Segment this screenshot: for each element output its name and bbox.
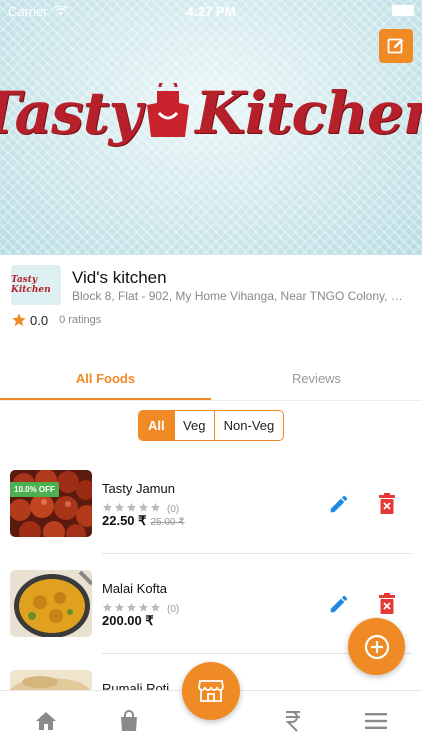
nav-store-button[interactable] [182,662,240,720]
kitchen-banner: Carrier 4:27 PM Tasty Kitchen [0,0,422,255]
filter-veg[interactable]: Veg [173,411,214,440]
delete-icon [379,493,395,514]
kitchen-name: Vid's kitchen [72,268,167,287]
shopping-bag-icon [121,710,137,731]
pencil-icon [330,495,348,513]
tab-divider [0,400,422,401]
status-time: 4:27 PM [186,3,236,19]
tab-all-foods[interactable]: All Foods [0,355,211,401]
kitchen-thumbnail: Tasty Kitchen [11,265,61,305]
pencil-icon [330,595,348,613]
delete-food-button[interactable] [377,593,397,620]
food-name: Malai Kofta [102,581,168,596]
menu-icon [365,713,387,729]
filter-all[interactable]: All [139,411,174,440]
nav-earnings[interactable] [281,709,305,733]
star-icon [12,313,26,326]
home-icon [36,712,56,730]
food-item[interactable]: 10.0% OFF Tasty Jamun (0) 22.50 ₹25.00 ₹ [0,470,422,570]
apron-icon [145,77,191,144]
delete-food-button[interactable] [377,493,397,520]
row-divider [102,553,412,554]
food-price: 22.50 ₹ [102,513,147,528]
kitchen-thumbnail-text: Tasty Kitchen [11,275,51,295]
rating-count: 0 ratings [59,314,102,326]
tab-reviews[interactable]: Reviews [211,355,422,401]
food-price-row: 22.50 ₹25.00 ₹ [102,513,185,529]
food-rating-count: (0) [167,603,180,615]
kitchen-rating: 0.0 0 ratings [11,312,101,328]
food-image: 10.0% OFF [10,470,92,537]
status-bar: Carrier 4:27 PM [0,0,422,22]
tasty-kitchen-logo: Tasty Kitchen [0,58,422,168]
food-name: Rumali Roti [102,681,170,690]
nav-menu[interactable] [364,709,388,733]
discount-badge: 10.0% OFF [10,482,59,497]
food-price: 200.00 ₹ [102,613,154,628]
food-price-row: 200.00 ₹ [102,613,154,629]
filter-non-veg[interactable]: Non-Veg [213,411,283,440]
store-icon [198,680,224,702]
edit-food-button[interactable] [328,493,350,520]
food-image [10,670,92,690]
edit-food-button[interactable] [328,593,350,620]
nav-orders[interactable] [117,709,141,733]
food-type-filter: All Veg Non-Veg [138,410,284,441]
delete-icon [379,593,395,614]
edit-icon [387,38,404,54]
kitchen-address: Block 8, Flat - 902, My Home Vihanga, Ne… [72,289,403,303]
rupee-icon [285,711,300,732]
logo-left-text: Tasty [0,79,142,147]
add-food-button[interactable] [348,618,405,675]
food-old-price: 25.00 ₹ [150,517,185,528]
tab-bar: All Foods Reviews [0,355,422,401]
food-name: Tasty Jamun [102,481,175,496]
add-circle-icon [364,634,389,659]
food-image [10,570,92,637]
logo-right-text: Kitchen [195,79,422,147]
rating-value: 0.0 [30,312,49,328]
nav-home[interactable] [34,709,58,733]
battery-icon [392,5,414,16]
